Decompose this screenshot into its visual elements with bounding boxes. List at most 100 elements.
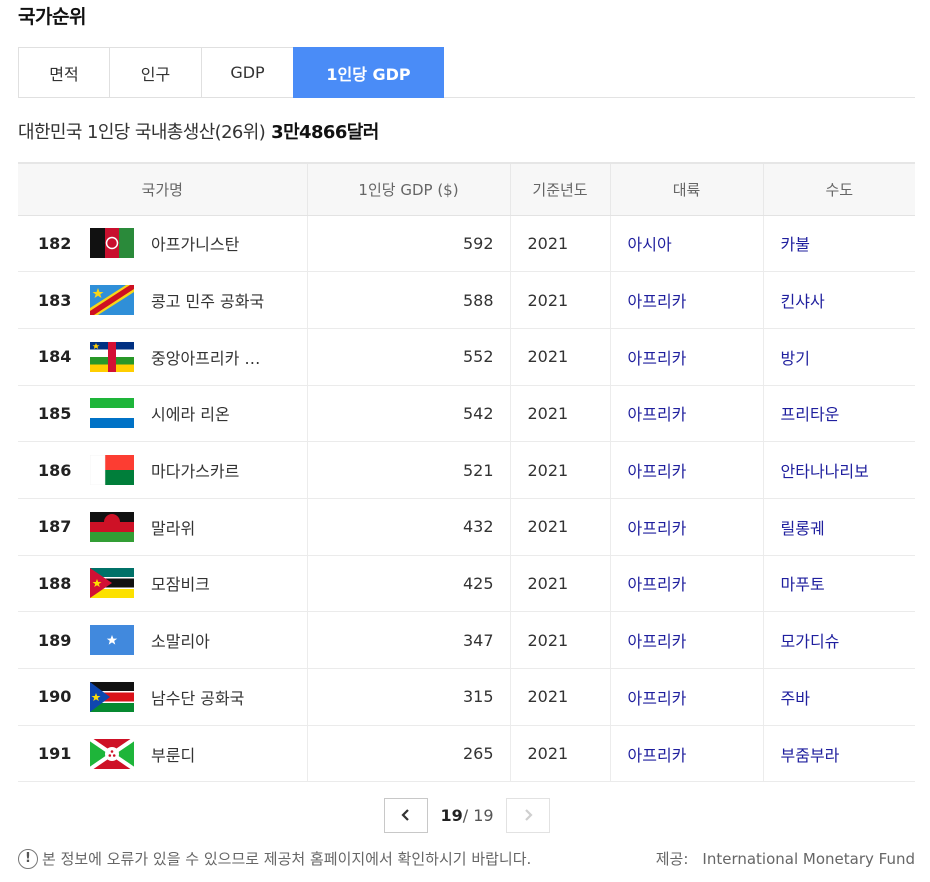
sierra-leone-flag: [90, 398, 134, 429]
burundi-flag: [90, 738, 134, 769]
country-name: 아프가니스탄: [151, 235, 240, 255]
continent-link[interactable]: 아프리카: [610, 725, 764, 783]
country-cell: 184 중앙아프리카 …: [18, 328, 308, 386]
gdp-per-capita: 552: [307, 328, 511, 386]
country-cell: 185 시에라 리온: [18, 385, 308, 443]
summary-value: 3만4866달러: [271, 122, 379, 143]
base-year: 2021: [510, 555, 611, 613]
rank: 187: [38, 517, 72, 537]
table-row: 185 시에라 리온 542 2021 아프리카 프리타운: [18, 385, 915, 443]
continent-link[interactable]: 아시아: [610, 215, 764, 273]
country-name: 시에라 리온: [151, 405, 230, 425]
continent-link[interactable]: 아프리카: [610, 271, 764, 329]
country-cell: 182 아프가니스탄: [18, 215, 308, 273]
next-page-button[interactable]: [506, 797, 550, 833]
header-gdp: 1인당 GDP ($): [307, 162, 511, 216]
country-name: 중앙아프리카 …: [151, 348, 261, 368]
table-row: 188 모잠비크 425 2021 아프리카 마푸토: [18, 555, 915, 613]
rank: 185: [38, 403, 72, 423]
tab-gdp[interactable]: GDP: [201, 47, 293, 98]
dr-congo-flag: [90, 285, 134, 316]
table-row: 189 소말리아 347 2021 아프리카 모가디슈: [18, 611, 915, 669]
tab-gdp-per-capita[interactable]: 1인당 GDP: [293, 47, 444, 98]
chevron-right-icon: [525, 809, 533, 821]
country-name: 말라위: [151, 518, 196, 538]
tab-area[interactable]: 면적: [18, 47, 109, 98]
continent-link[interactable]: 아프리카: [610, 328, 764, 386]
base-year: 2021: [510, 725, 611, 783]
table-row: 184 중앙아프리카 … 552 2021 아프리카 방기: [18, 328, 915, 386]
ranking-table: 국가명 1인당 GDP ($) 기준년도 대륙 수도 182 아프가니스탄 592 2…: [18, 162, 915, 783]
footer: ! 본 정보에 오류가 있을 수 있으므로 제공처 홈페이지에서 확인하시기 바…: [18, 848, 915, 872]
country-name: 모잠비크: [151, 575, 210, 595]
page-title: 국가순위: [18, 6, 86, 28]
country-cell: 187 말라위: [18, 498, 308, 556]
capital-link[interactable]: 방기: [763, 328, 915, 386]
header-year: 기준년도: [510, 162, 611, 216]
continent-link[interactable]: 아프리카: [610, 668, 764, 726]
exclamation-icon: !: [18, 848, 38, 869]
country-cell: 183 콩고 민주 공화국: [18, 271, 308, 329]
country-cell: 186 마다가스카르: [18, 441, 308, 499]
afghanistan-flag: [90, 228, 134, 259]
gdp-per-capita: 542: [307, 385, 511, 443]
country-name: 마다가스카르: [151, 462, 240, 482]
current-page: 19: [440, 805, 463, 825]
base-year: 2021: [510, 441, 611, 499]
continent-link[interactable]: 아프리카: [610, 611, 764, 669]
capital-link[interactable]: 프리타운: [763, 385, 915, 443]
gdp-per-capita: 425: [307, 555, 511, 613]
capital-link[interactable]: 카불: [763, 215, 915, 273]
country-cell: 190 남수단 공화국: [18, 668, 308, 726]
country-name: 소말리아: [151, 632, 210, 652]
country-cell: 191 부룬디: [18, 725, 308, 783]
table-row: 187 말라위 432 2021 아프리카 릴롱궤: [18, 498, 915, 556]
malawi-flag: [90, 511, 134, 542]
gdp-per-capita: 521: [307, 441, 511, 499]
continent-link[interactable]: 아프리카: [610, 498, 764, 556]
continent-link[interactable]: 아프리카: [610, 441, 764, 499]
country-cell: 188 모잠비크: [18, 555, 308, 613]
notice: ! 본 정보에 오류가 있을 수 있으므로 제공처 홈페이지에서 확인하시기 바…: [18, 848, 531, 869]
rank: 182: [38, 233, 72, 253]
gdp-per-capita: 265: [307, 725, 511, 783]
table-row: 182 아프가니스탄 592 2021 아시아 카불: [18, 215, 915, 273]
prev-page-button[interactable]: [384, 797, 428, 833]
rank: 183: [38, 290, 72, 310]
south-sudan-flag: [90, 681, 134, 712]
table-row: 183 콩고 민주 공화국 588 2021 아프리카 킨샤사: [18, 271, 915, 329]
capital-link[interactable]: 안타나나리보: [763, 441, 915, 499]
mozambique-flag: [90, 568, 134, 599]
capital-link[interactable]: 킨샤사: [763, 271, 915, 329]
continent-link[interactable]: 아프리카: [610, 385, 764, 443]
gdp-per-capita: 315: [307, 668, 511, 726]
country-name: 부룬디: [151, 745, 196, 765]
somalia-flag: [90, 625, 134, 656]
page-indicator: 19/ 19: [428, 806, 506, 825]
source: 제공: International Monetary Fund: [656, 848, 915, 869]
rank: 186: [38, 460, 72, 480]
chevron-left-icon: [401, 809, 409, 821]
capital-link[interactable]: 모가디슈: [763, 611, 915, 669]
country-name: 남수단 공화국: [151, 688, 245, 708]
capital-link[interactable]: 부줌부라: [763, 725, 915, 783]
notice-text: 본 정보에 오류가 있을 수 있으므로 제공처 홈페이지에서 확인하시기 바랍니…: [42, 850, 532, 868]
tab-bar: 면적 인구 GDP 1인당 GDP: [18, 47, 915, 98]
capital-link[interactable]: 주바: [763, 668, 915, 726]
country-name: 콩고 민주 공화국: [151, 292, 265, 312]
continent-link[interactable]: 아프리카: [610, 555, 764, 613]
gdp-per-capita: 432: [307, 498, 511, 556]
tab-population[interactable]: 인구: [109, 47, 201, 98]
madagascar-flag: [90, 455, 134, 486]
base-year: 2021: [510, 328, 611, 386]
rank: 188: [38, 573, 72, 593]
gdp-per-capita: 588: [307, 271, 511, 329]
gdp-per-capita: 592: [307, 215, 511, 273]
rank: 191: [38, 744, 72, 764]
source-label: 제공:: [655, 850, 689, 868]
table-header-row: 국가명 1인당 GDP ($) 기준년도 대륙 수도: [18, 162, 915, 216]
summary-text: 대한민국 1인당 국내총생산(26위): [18, 122, 266, 143]
table-row: 190 남수단 공화국 315 2021 아프리카 주바: [18, 668, 915, 726]
capital-link[interactable]: 릴롱궤: [763, 498, 915, 556]
capital-link[interactable]: 마푸토: [763, 555, 915, 613]
